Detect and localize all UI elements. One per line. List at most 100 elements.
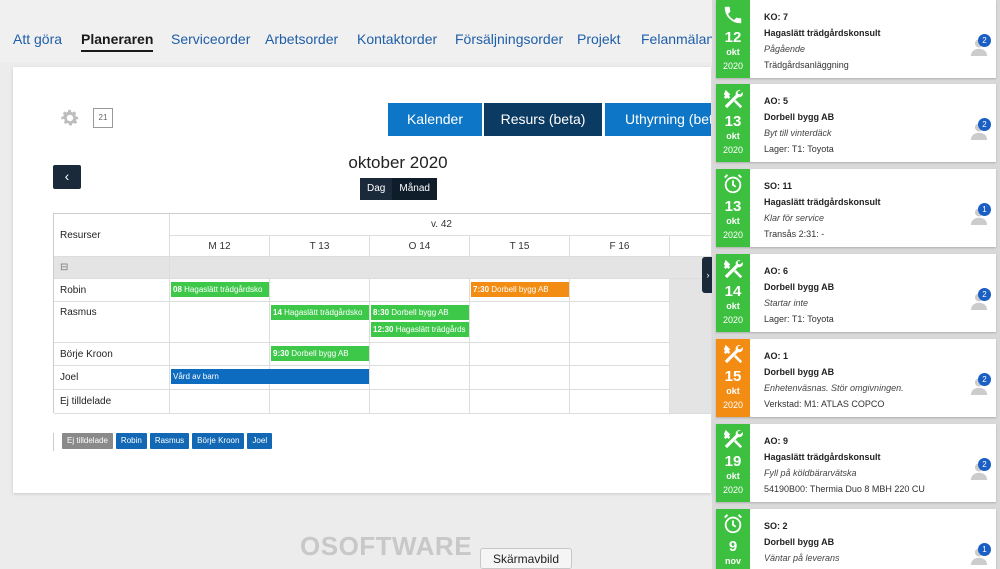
tab-projekt[interactable]: Projekt bbox=[577, 31, 621, 47]
event-text: Hagaslätt trädgårdsko bbox=[184, 285, 263, 294]
order-status: Fyll på köldbärarvätska bbox=[764, 468, 857, 478]
tab-serviceorder[interactable]: Serviceorder bbox=[171, 31, 250, 47]
row-divider bbox=[170, 365, 670, 366]
order-day: 13 bbox=[724, 113, 742, 130]
order-day: 9 bbox=[728, 538, 738, 555]
user-count-badge: 2 bbox=[978, 118, 991, 131]
order-card[interactable]: 19 okt 2020 AO: 9 Hagaslätt trädgårdskon… bbox=[716, 424, 996, 502]
kalender-button[interactable]: Kalender bbox=[388, 103, 482, 136]
event-time: 8:30 bbox=[373, 308, 390, 317]
order-year: 2020 bbox=[722, 61, 744, 71]
order-status: Klar för service bbox=[764, 213, 825, 223]
alarm-clock-icon bbox=[724, 174, 742, 194]
event-block[interactable]: Vård av barn bbox=[171, 369, 369, 384]
order-detail: Lager: T1: Toyota bbox=[764, 144, 834, 154]
order-card[interactable]: 12 okt 2020 KO: 7 Hagaslätt trädgårdskon… bbox=[716, 0, 996, 78]
event-block[interactable]: 14 Hagaslätt trädgårdsko bbox=[271, 305, 369, 320]
user-count-badge: 2 bbox=[978, 373, 991, 386]
order-month: okt bbox=[726, 386, 740, 396]
tab-planeraren[interactable]: Planeraren bbox=[81, 31, 154, 52]
order-code: AO: 6 bbox=[764, 266, 789, 276]
event-block[interactable]: 08 Hagaslätt trädgårdsko bbox=[171, 282, 269, 297]
screenshot-button[interactable]: Skärmavbild bbox=[480, 548, 572, 569]
event-block[interactable]: 12:30 Hagaslätt trädgårds bbox=[371, 322, 469, 337]
day-column[interactable] bbox=[170, 279, 270, 414]
event-text: Dorbell bygg AB bbox=[291, 349, 349, 358]
month-title: oktober 2020 bbox=[348, 153, 448, 172]
user-count-badge: 2 bbox=[978, 288, 991, 301]
planner-card: 21 Kalender Resurs (beta) Uthyrning (bet… bbox=[13, 67, 711, 493]
order-month: okt bbox=[726, 471, 740, 481]
user-count-badge: 2 bbox=[978, 34, 991, 47]
row-divider bbox=[170, 301, 670, 302]
legend-rasmus[interactable]: Rasmus bbox=[149, 433, 190, 449]
uthyrning-button[interactable]: Uthyrning (beta) bbox=[605, 103, 711, 136]
order-status: Enhetenväsnas. Stör omgivningen. bbox=[764, 383, 904, 393]
order-card[interactable]: 13 okt 2020 SO: 11 Hagaslätt trädgårdsko… bbox=[716, 169, 996, 247]
legend-borje-kroon[interactable]: Börje Kroon bbox=[192, 433, 245, 449]
order-month: okt bbox=[726, 216, 740, 226]
order-status: Pågående bbox=[764, 44, 806, 54]
event-time: 12:30 bbox=[373, 325, 394, 334]
resource-joel: Joel bbox=[54, 366, 170, 390]
order-year: 2020 bbox=[722, 145, 744, 155]
group-toggle[interactable]: ⊟ bbox=[54, 257, 170, 279]
order-status: Väntar på leverans bbox=[764, 553, 840, 563]
order-code: AO: 5 bbox=[764, 96, 789, 106]
tab-forsaljningsorder[interactable]: Försäljningsorder bbox=[455, 31, 563, 47]
day-column[interactable] bbox=[370, 279, 470, 414]
legend-joel[interactable]: Joel bbox=[247, 433, 273, 449]
order-date: 13 okt 2020 bbox=[716, 169, 750, 247]
order-panel: 12 okt 2020 KO: 7 Hagaslätt trädgårdskon… bbox=[712, 0, 1000, 569]
order-card[interactable]: 9 nov SO: 2 Dorbell bygg AB Väntar på le… bbox=[716, 509, 996, 569]
day-header: F 16 bbox=[570, 236, 670, 257]
row-divider bbox=[170, 389, 670, 390]
weekend-column bbox=[670, 279, 711, 414]
resource-robin: Robin bbox=[54, 279, 170, 302]
event-text: Dorbell bygg AB bbox=[491, 285, 549, 294]
resurs-button[interactable]: Resurs (beta) bbox=[484, 103, 602, 136]
week-label: v. 42 bbox=[170, 214, 711, 236]
day-header: T 15 bbox=[470, 236, 570, 257]
event-time: 14 bbox=[273, 308, 282, 317]
order-card[interactable]: 14 okt 2020 AO: 6 Dorbell bygg AB Starta… bbox=[716, 254, 996, 332]
gear-icon[interactable] bbox=[59, 107, 81, 129]
event-block[interactable]: 9:30 Dorbell bygg AB bbox=[271, 346, 369, 361]
event-text: Hagaslätt trädgårds bbox=[395, 325, 466, 334]
dag-toggle[interactable]: Dag bbox=[360, 178, 393, 200]
event-block[interactable]: 8:30 Dorbell bygg AB bbox=[371, 305, 469, 320]
tab-arbetsorder[interactable]: Arbetsorder bbox=[265, 31, 338, 47]
user-count-badge: 1 bbox=[978, 543, 991, 556]
order-status: Byt till vinterdäck bbox=[764, 128, 832, 138]
calendar-icon[interactable]: 21 bbox=[93, 108, 113, 128]
order-card[interactable]: 13 okt 2020 AO: 5 Dorbell bygg AB Byt ti… bbox=[716, 84, 996, 162]
event-time: 9:30 bbox=[273, 349, 290, 358]
tab-felanmalan[interactable]: Felanmälan bbox=[641, 31, 714, 47]
day-column[interactable] bbox=[470, 279, 570, 414]
tools-icon bbox=[723, 259, 743, 279]
event-text: Hagaslätt trädgårdsko bbox=[284, 308, 363, 317]
prev-button[interactable]: ‹ bbox=[53, 165, 81, 189]
order-code: SO: 11 bbox=[764, 181, 793, 191]
order-date: 12 okt 2020 bbox=[716, 0, 750, 78]
manad-toggle[interactable]: Månad bbox=[392, 178, 437, 200]
tab-kontaktorder[interactable]: Kontaktorder bbox=[357, 31, 437, 47]
order-day: 19 bbox=[724, 453, 742, 470]
order-month: nov bbox=[724, 556, 741, 566]
legend-ej-tilldelade[interactable]: Ej tilldelade bbox=[62, 433, 113, 449]
order-detail: 54190B00: Thermia Duo 8 MBH 220 CU bbox=[764, 484, 925, 494]
event-time: 7:30 bbox=[473, 285, 490, 294]
order-card[interactable]: 15 okt 2020 AO: 1 Dorbell bygg AB Enhete… bbox=[716, 339, 996, 417]
event-text: Dorbell bygg AB bbox=[391, 308, 449, 317]
order-day: 13 bbox=[724, 198, 742, 215]
event-block[interactable]: 7:30 Dorbell bygg AB bbox=[471, 282, 569, 297]
order-detail: Transås 2:31: - bbox=[764, 229, 825, 239]
day-header: T 13 bbox=[270, 236, 370, 257]
footer-logo: OSOFTWARE bbox=[300, 531, 473, 561]
legend-robin[interactable]: Robin bbox=[115, 433, 147, 449]
day-column[interactable] bbox=[570, 279, 670, 414]
resources-header: Resurser bbox=[54, 214, 170, 257]
tab-att-gora[interactable]: Att göra bbox=[13, 31, 62, 47]
order-customer: Hagaslätt trädgårdskonsult bbox=[764, 452, 881, 462]
order-day: 14 bbox=[724, 283, 742, 300]
